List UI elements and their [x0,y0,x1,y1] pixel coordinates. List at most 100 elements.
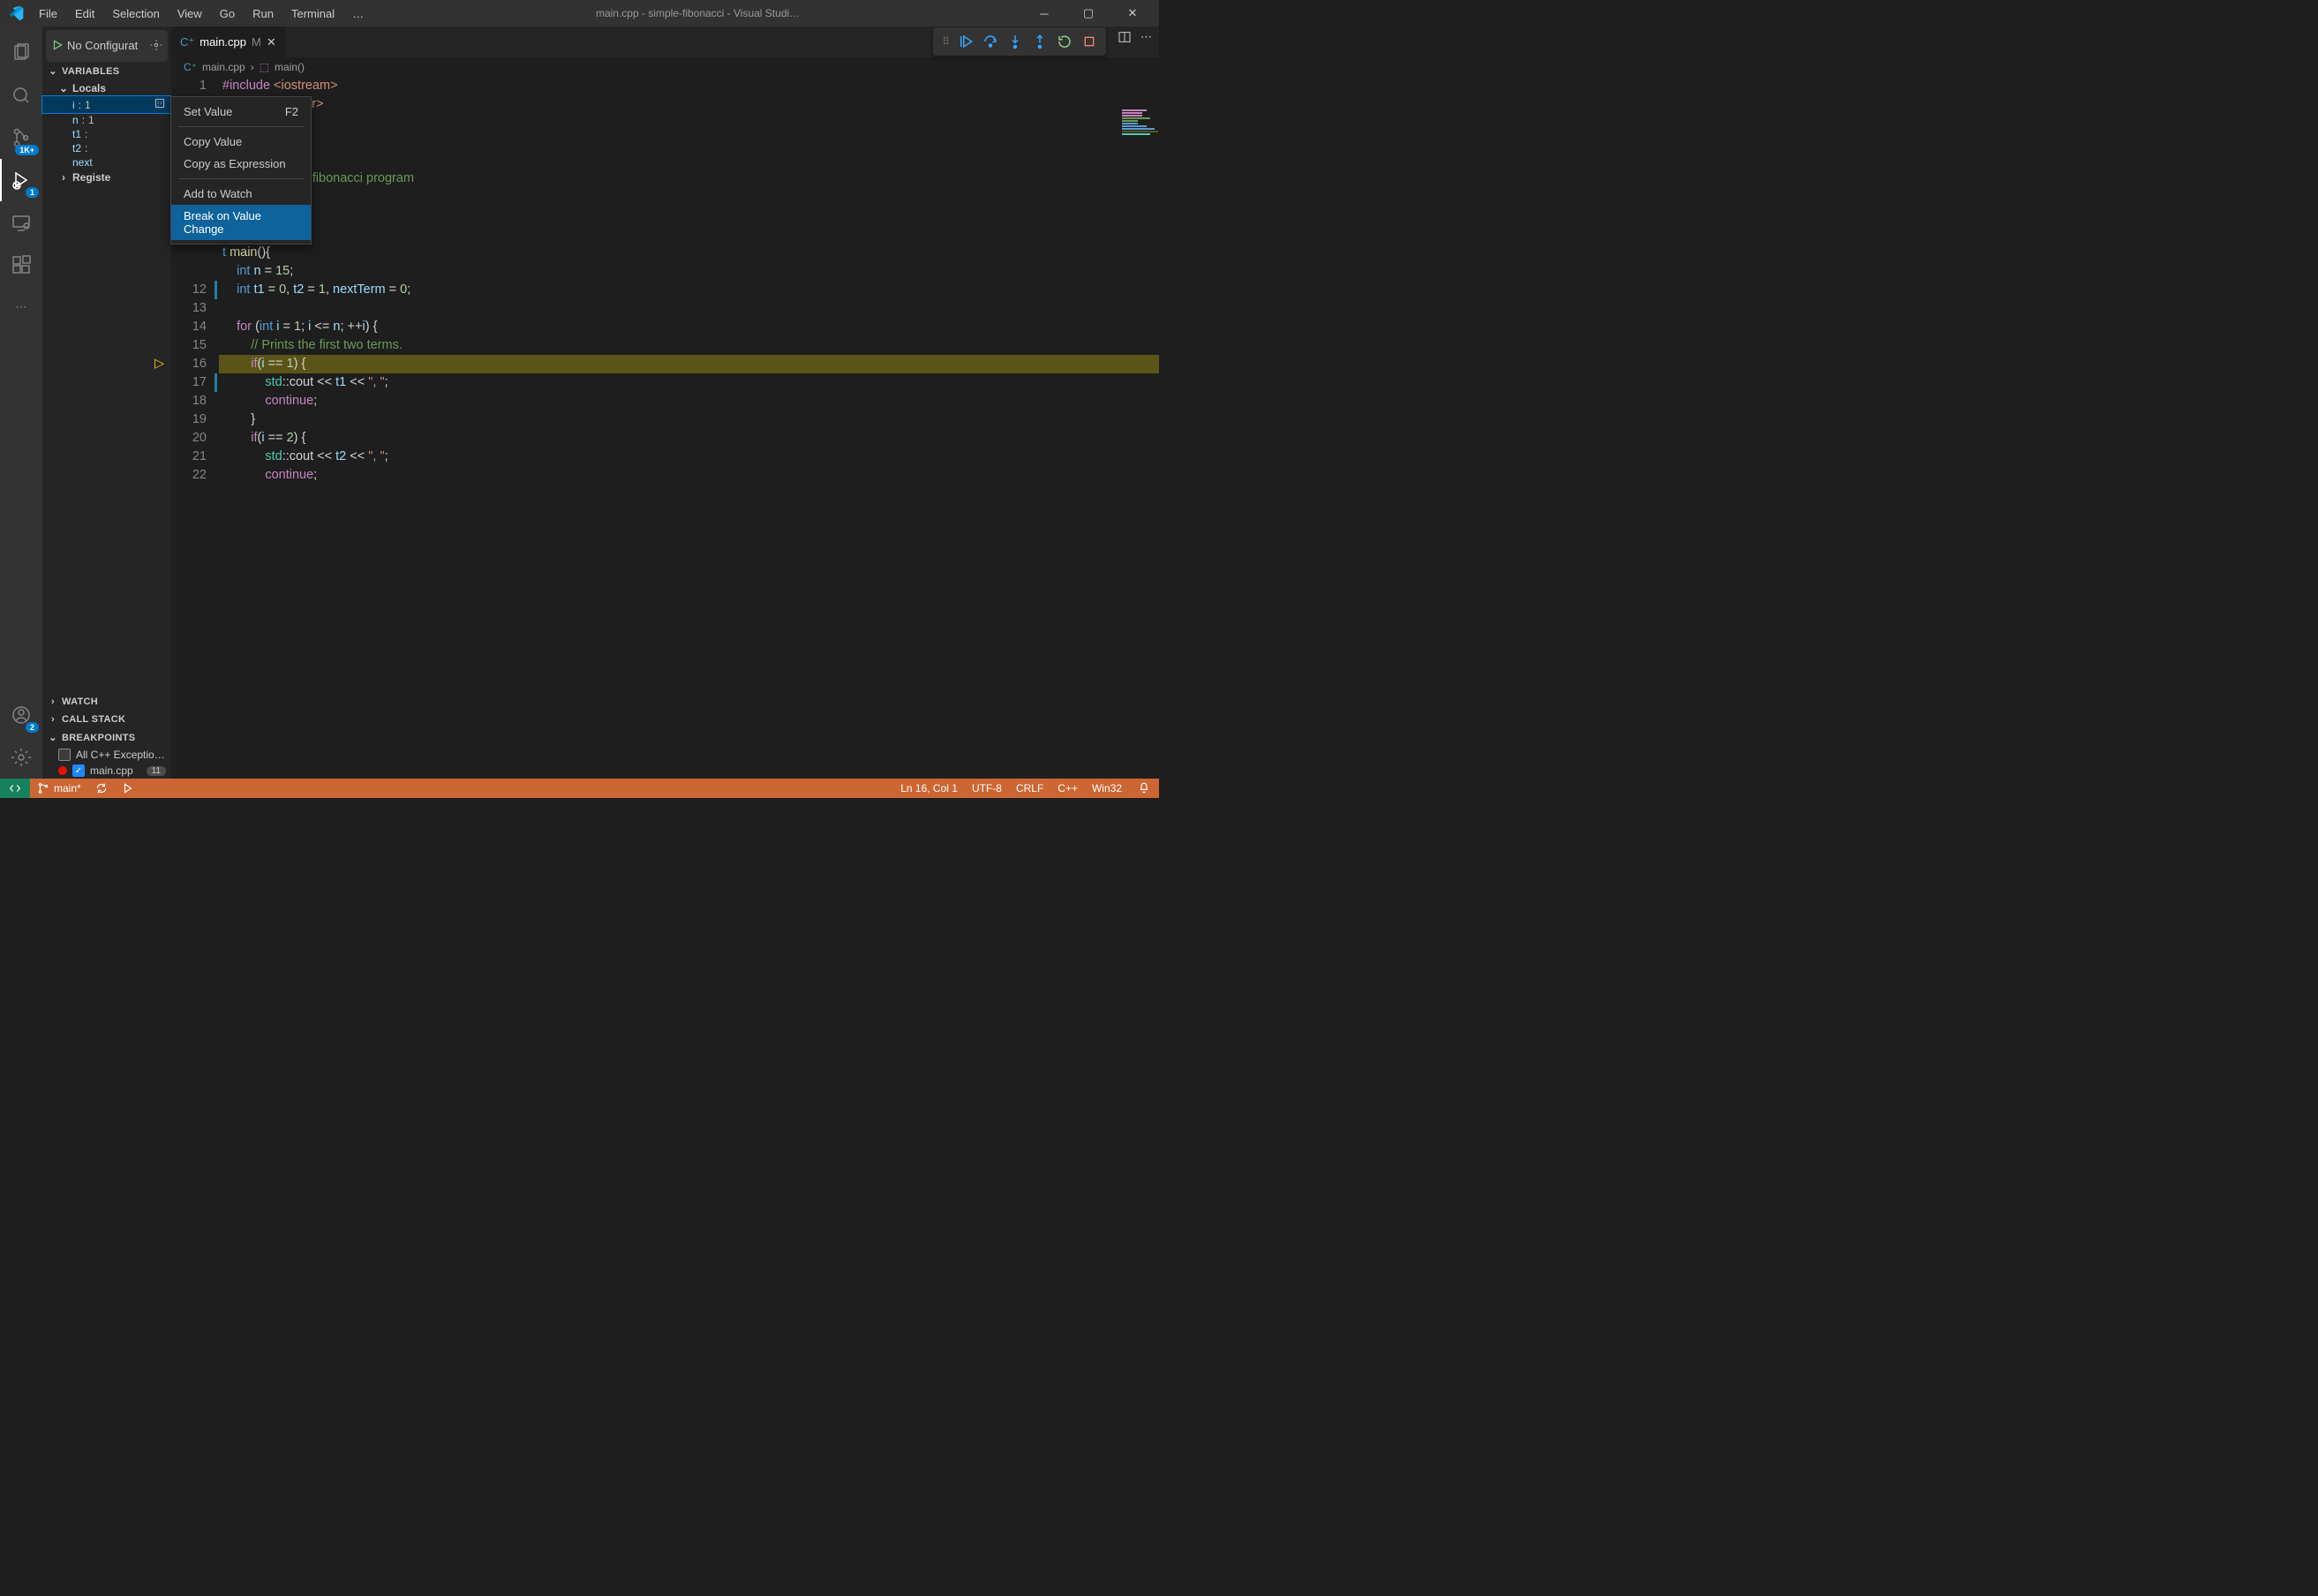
variable-row[interactable]: t2: [42,141,171,155]
minimize-button[interactable]: ─ [1025,1,1064,26]
cpp-file-icon: C⁺ [184,61,197,73]
breakpoint-line: 11 [147,766,166,776]
continue-icon[interactable] [958,34,974,49]
chevron-down-icon: ⌄ [141,39,143,52]
language-mode[interactable]: C++ [1050,782,1085,794]
chevron-right-icon: › [48,696,58,707]
chevron-down-icon: ⌄ [48,65,58,77]
drag-handle-icon[interactable]: ⠿ [942,35,949,48]
split-editor-icon[interactable] [1118,30,1132,47]
step-over-icon[interactable] [982,34,998,49]
callstack-header[interactable]: ›CALL STACK [42,711,171,728]
chevron-right-icon: › [48,714,58,725]
window-controls: ─ ▢ ✕ [1025,1,1152,26]
extensions-icon[interactable] [0,244,42,286]
tab-main-cpp[interactable]: C⁺ main.cpp M ✕ [171,26,286,57]
debug-sidebar: No Configurat ⌄ ⌄ VARIABLES ⌄ Locals i: … [42,26,171,779]
breakpoint-dot-icon [58,766,67,775]
modified-indicator: M [252,35,261,49]
vscode-logo-icon [7,4,25,22]
cpp-file-icon: C⁺ [180,35,194,49]
accounts-icon[interactable]: 2 [0,694,42,736]
breakpoints-header[interactable]: ⌄BREAKPOINTS [42,728,171,747]
remote-explorer-icon[interactable] [0,201,42,244]
menu-run[interactable]: Run [245,4,281,24]
notifications-bell-icon[interactable] [1129,781,1159,796]
debug-toolbar[interactable]: ⠿ [933,27,1106,56]
eol[interactable]: CRLF [1009,782,1050,794]
variable-row[interactable]: next [42,155,171,169]
ctx-add-watch[interactable]: Add to Watch [171,183,311,205]
more-icon[interactable]: ⋯ [0,286,42,328]
menu-bar: File Edit Selection View Go Run Terminal… [32,4,371,24]
menu-terminal[interactable]: Terminal [284,4,342,24]
breakpoint-all-exceptions[interactable]: All C++ Exceptio… [42,747,171,763]
registers-group[interactable]: › Registe [42,169,171,185]
context-menu: Set ValueF2 Copy Value Copy as Expressio… [170,96,312,245]
editor-area: C⁺ main.cpp M ✕ ⠿ ⋯ C⁺ main.cpp › ⬚ main [171,26,1159,779]
hex-view-icon[interactable] [154,97,166,112]
menu-view[interactable]: View [170,4,209,24]
settings-gear-icon[interactable] [0,736,42,779]
maximize-button[interactable]: ▢ [1069,1,1108,26]
chevron-right-icon: › [58,171,69,184]
step-into-icon[interactable] [1007,34,1023,49]
activity-bar: 1K+ 1 ⋯ 2 [0,26,42,779]
encoding[interactable]: UTF-8 [965,782,1009,794]
editor-actions: ⋯ [1118,30,1152,47]
run-debug-icon[interactable]: 1 [0,159,42,201]
checkbox[interactable] [58,749,71,761]
breadcrumb[interactable]: C⁺ main.cpp › ⬚ main() [171,57,1159,77]
close-tab-icon[interactable]: ✕ [267,35,276,49]
ctx-copy-value[interactable]: Copy Value [171,131,311,153]
debug-badge: 1 [26,187,39,198]
chevron-right-icon: › [251,61,254,73]
menu-overflow[interactable]: … [345,4,371,24]
sync-icon[interactable] [88,782,115,794]
explorer-icon[interactable] [0,32,42,74]
accounts-badge: 2 [26,722,39,733]
branch-indicator[interactable]: main* [30,782,88,794]
search-icon[interactable] [0,74,42,117]
ctx-break-on-change[interactable]: Break on Value Change [171,205,311,240]
chevron-down-icon: ⌄ [48,732,58,743]
variable-row[interactable]: i: 1 [42,96,171,113]
watch-header[interactable]: ›WATCH [42,693,171,711]
menu-file[interactable]: File [32,4,64,24]
step-out-icon[interactable] [1032,34,1048,49]
window-title: main.cpp - simple-fibonacci - Visual Stu… [371,7,1025,19]
scm-badge: 1K+ [15,145,39,155]
variables-header[interactable]: ⌄ VARIABLES [42,62,171,80]
variables-section: ⌄ VARIABLES ⌄ Locals i: 1 n: 1 t1: t2: n… [42,62,171,185]
chevron-down-icon: ⌄ [58,82,69,94]
checkbox[interactable]: ✓ [72,764,85,777]
menu-edit[interactable]: Edit [68,4,102,24]
stop-icon[interactable] [1081,34,1097,49]
source-control-icon[interactable]: 1K+ [0,117,42,159]
build-target[interactable]: Win32 [1085,782,1129,794]
code-editor[interactable]: 1#include <iostream> 2#include <vector> … [171,77,1159,779]
symbol-method-icon: ⬚ [260,61,269,73]
restart-icon[interactable] [1057,34,1072,49]
remote-indicator[interactable] [0,779,30,798]
config-gear-icon[interactable] [150,39,162,54]
menu-selection[interactable]: Selection [105,4,166,24]
cursor-position[interactable]: Ln 16, Col 1 [893,782,965,794]
variable-row[interactable]: n: 1 [42,113,171,127]
breakpoint-file[interactable]: ✓ main.cpp 11 [42,763,171,779]
execution-pointer-icon: ▷ [154,355,164,373]
start-debug-icon[interactable] [51,39,64,54]
variable-row[interactable]: t1: [42,127,171,141]
debug-status-icon[interactable] [115,782,141,794]
locals-group[interactable]: ⌄ Locals [42,80,171,96]
more-actions-icon[interactable]: ⋯ [1140,30,1152,47]
minimap[interactable] [1118,109,1159,215]
ctx-copy-expression[interactable]: Copy as Expression [171,153,311,175]
config-dropdown[interactable]: No Configurat ⌄ [67,39,143,53]
menu-go[interactable]: Go [213,4,242,24]
run-config-header: No Configurat ⌄ [46,30,168,62]
ctx-set-value[interactable]: Set ValueF2 [171,101,311,123]
close-window-button[interactable]: ✕ [1113,1,1152,26]
title-bar: File Edit Selection View Go Run Terminal… [0,0,1159,26]
status-bar: main* Ln 16, Col 1 UTF-8 CRLF C++ Win32 [0,779,1159,798]
